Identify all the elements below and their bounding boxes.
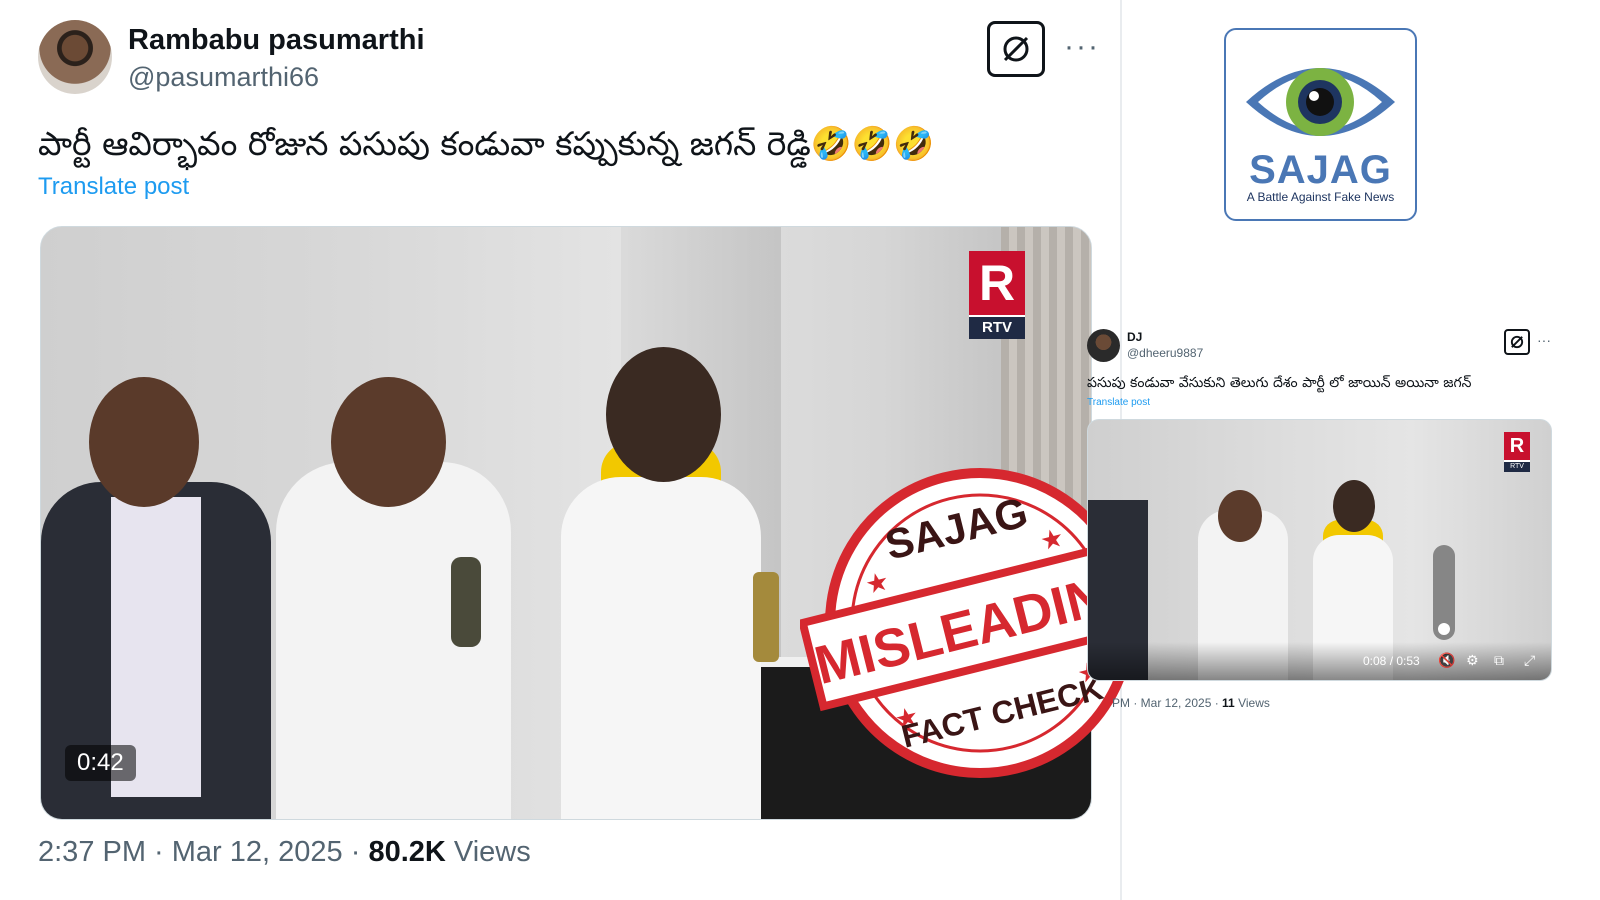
secondary-video-player[interactable]: R RTV 0:08 / 0:53 🔇 ⚙ ⧉ ⤢ — [1087, 419, 1552, 681]
grok-icon — [1003, 36, 1029, 62]
rtv-channel-logo: R RTV — [969, 251, 1025, 339]
grok-button[interactable] — [987, 21, 1045, 77]
secondary-author-name[interactable]: DJ — [1127, 330, 1142, 344]
video-time-display: 0:08 / 0:53 — [1363, 654, 1420, 668]
post-meta: 2:37 PM · Mar 12, 2025 · 80.2K Views — [38, 836, 531, 869]
video-person-right-head — [606, 347, 721, 482]
author-avatar[interactable] — [38, 20, 112, 94]
author-name[interactable]: Rambabu pasumarthi — [128, 24, 425, 57]
secondary-post-meta: PM · Mar 12, 2025 · 11 Views — [1112, 696, 1270, 710]
video-person-right-body — [561, 477, 761, 819]
secondary-rtv-logo-text: RTV — [1504, 462, 1530, 472]
volume-slider[interactable] — [1433, 545, 1455, 640]
pip-icon[interactable]: ⧉ — [1494, 652, 1504, 669]
author-handle[interactable]: @pasumarthi66 — [128, 62, 319, 93]
volume-slider-knob[interactable] — [1438, 623, 1450, 635]
rtv-logo-text: RTV — [969, 317, 1025, 339]
sajag-logo-word: SAJAG — [1249, 148, 1392, 192]
video-duration-badge: 0:42 — [65, 745, 136, 781]
post-views-label: Views — [445, 836, 531, 868]
secondary-rtv-logo-letter: R — [1504, 432, 1530, 460]
post-views-count: 80.2K — [368, 836, 446, 868]
secondary-grok-button[interactable] — [1504, 329, 1530, 355]
sajag-logo-tagline: A Battle Against Fake News — [1246, 190, 1395, 204]
screenshot-stage: Rambabu pasumarthi @pasumarthi66 ··· పార… — [0, 0, 1600, 900]
secondary-video-person-middle-head — [1218, 490, 1262, 542]
secondary-translate-post-link[interactable]: Translate post — [1087, 397, 1150, 408]
video-control-bar — [1088, 642, 1551, 680]
fullscreen-icon[interactable]: ⤢ — [1524, 652, 1535, 669]
video-person-middle-head — [331, 377, 446, 507]
settings-icon[interactable]: ⚙ — [1466, 652, 1479, 669]
post-timestamp[interactable]: 2:37 PM · Mar 12, 2025 · — [38, 836, 368, 868]
sajag-logo: SAJAG A Battle Against Fake News — [1224, 28, 1417, 221]
video-statue — [451, 557, 481, 647]
grok-icon — [1510, 335, 1524, 349]
rtv-logo-letter: R — [969, 251, 1025, 315]
video-person-left-head — [89, 377, 199, 507]
secondary-rtv-channel-logo: R RTV — [1504, 432, 1530, 472]
secondary-video-person-right-head — [1333, 480, 1375, 532]
mute-icon[interactable]: 🔇 — [1438, 652, 1455, 669]
sajag-eye-icon — [1246, 68, 1395, 136]
secondary-author-avatar[interactable] — [1087, 329, 1120, 362]
secondary-post-timestamp[interactable]: PM · Mar 12, 2025 · — [1112, 696, 1222, 710]
secondary-post-views-count: 11 — [1222, 696, 1235, 710]
video-bottle — [753, 572, 779, 662]
post-text: పార్టీ ఆవిర్భావం రోజున పసుపు కండువా కప్ప… — [38, 124, 935, 163]
more-options-button[interactable]: ··· — [1064, 30, 1100, 64]
secondary-post-views-label: Views — [1234, 696, 1270, 710]
secondary-post-text: పసుపు కండువా వేసుకుని తెలుగు దేశం పార్టీ… — [1087, 375, 1472, 391]
secondary-more-options-button[interactable]: ··· — [1537, 332, 1551, 348]
secondary-tweet-card: DJ @dheeru9887 ··· పసుపు కండువా వేసుకుని… — [1087, 326, 1557, 726]
translate-post-link[interactable]: Translate post — [38, 173, 189, 201]
secondary-author-handle[interactable]: @dheeru9887 — [1127, 346, 1203, 360]
